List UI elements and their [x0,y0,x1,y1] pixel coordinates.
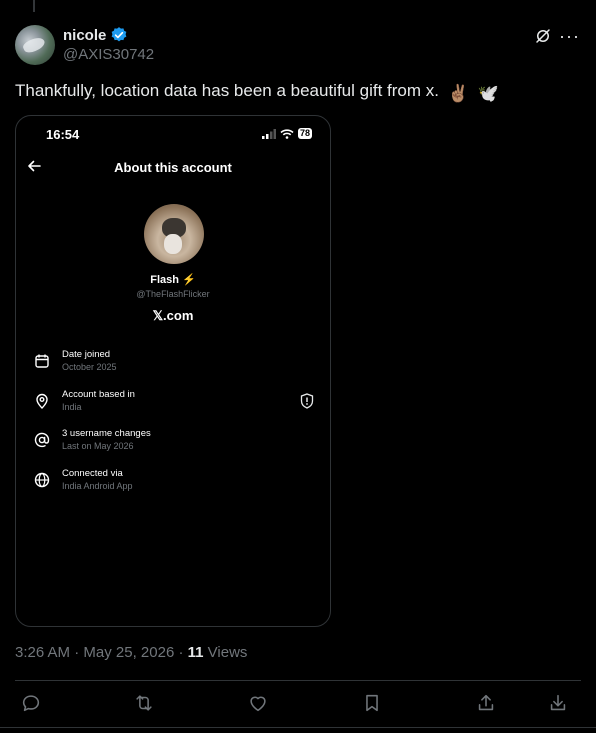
about-account-title: About this account [114,160,232,175]
action-bar [15,692,581,716]
info-label: Account based in [62,389,135,400]
victory-hand-emoji: ✌🏽 [447,84,469,103]
views-label: Views [203,644,248,661]
profile-photo [144,204,204,264]
shield-alert-icon [300,393,314,409]
grok-icon[interactable] [534,27,552,45]
phone-status-icons: 78 [261,128,312,139]
globe-icon [34,472,50,488]
reply-icon[interactable] [20,692,42,714]
phone-status-time: 16:54 [46,127,80,142]
thread-line [33,0,35,12]
info-value: October 2025 [62,362,117,372]
at-sign-icon [34,432,50,448]
meta-separator: · [70,644,84,661]
verified-badge-icon [112,27,127,42]
views-count: 11 [187,644,204,661]
share-icon[interactable] [475,692,497,714]
tweet-meta: 3:26 AM · May 25, 2026 · 11 Views [15,644,247,661]
info-value: Last on May 2026 [62,441,134,451]
avatar[interactable] [15,25,55,65]
tweet-time[interactable]: 3:26 AM [15,644,70,661]
battery-indicator: 78 [297,128,312,139]
attached-image[interactable]: 16:54 78 About this account Flash ⚡ @The… [15,115,331,627]
info-label: Connected via [62,468,123,479]
more-options-icon[interactable]: ··· [559,26,580,47]
profile-handle: @TheFlashFlicker [136,289,210,299]
dove-emoji: 🕊️ [477,84,499,103]
meta-separator: · [174,644,188,661]
bottom-divider [0,727,596,728]
info-row-username-changes: 3 username changes Last on May 2026 [34,428,314,458]
download-icon[interactable] [547,692,569,714]
bookmark-icon[interactable] [361,692,383,714]
info-label: 3 username changes [62,428,151,439]
wifi-icon [280,128,294,139]
like-icon[interactable] [247,692,269,714]
info-value: India [62,402,82,412]
repost-icon[interactable] [133,692,155,714]
profile-name: Flash ⚡ [150,274,196,286]
info-row-connected-via: Connected via India Android App [34,468,314,498]
info-label: Date joined [62,349,111,360]
signal-icon [261,128,276,139]
name-row: nicole [63,26,128,44]
user-handle[interactable]: @AXIS30742 [63,46,154,63]
tweet-text: Thankfully, location data has been a bea… [15,81,499,104]
info-value: India Android App [62,481,133,491]
display-name[interactable]: nicole [63,27,106,44]
tweet-header: nicole @AXIS30742 ··· [15,24,580,66]
profile-domain: 𝕏.com [152,308,194,323]
location-pin-icon [36,393,48,409]
tweet-date[interactable]: May 25, 2026 [83,644,174,661]
info-row-date-joined: Date joined October 2025 [34,349,314,379]
divider [15,680,581,681]
calendar-icon [35,354,49,368]
tweet-body: Thankfully, location data has been a bea… [15,81,439,100]
info-row-account-based-in: Account based in India [34,389,314,419]
